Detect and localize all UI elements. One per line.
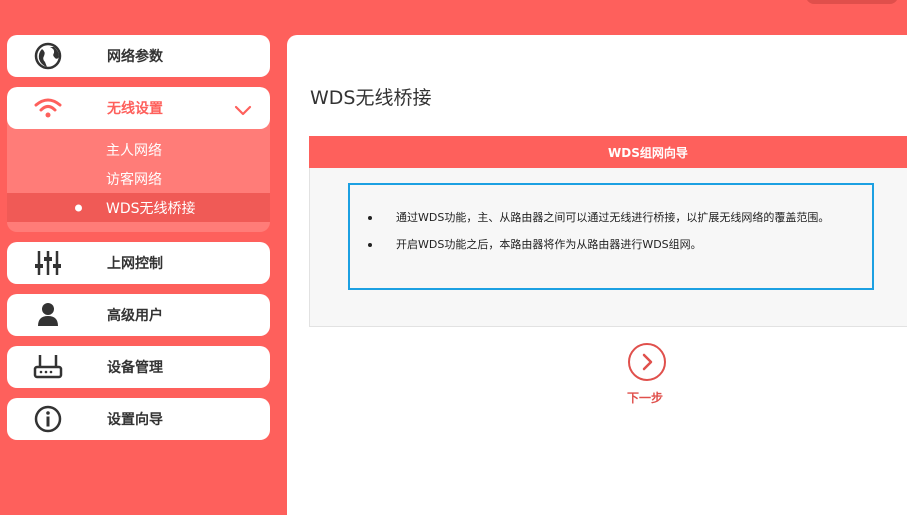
- page-title: WDS无线桥接: [310, 87, 432, 109]
- wds-wizard-panel: WDS组网向导 通过WDS功能，主、从路由器之间可以通过无线进行桥接，以扩展无线…: [309, 136, 907, 327]
- wds-info-box: 通过WDS功能，主、从路由器之间可以通过无线进行桥接，以扩展无线网络的覆盖范围。…: [348, 183, 874, 290]
- next-step-label[interactable]: 下一步: [627, 389, 663, 406]
- submenu-item-guest-network[interactable]: 访客网络: [7, 164, 270, 193]
- menu-advanced-user-label: 高级用户: [107, 308, 163, 324]
- wireless-settings-group: 无线设置 主人网络 访客网络 WDS无线桥接: [7, 87, 270, 232]
- wizard-header-title: WDS组网向导: [608, 145, 688, 160]
- router-icon: [33, 352, 63, 382]
- user-icon: [33, 300, 63, 330]
- menu-advanced-user[interactable]: 高级用户: [7, 294, 270, 336]
- menu-network-params[interactable]: 网络参数: [7, 35, 270, 77]
- menu-network-params-label: 网络参数: [107, 49, 163, 65]
- submenu-item-label: WDS无线桥接: [106, 200, 196, 217]
- menu-internet-control-label: 上网控制: [107, 256, 163, 272]
- globe-icon: [33, 41, 63, 71]
- submenu-item-label: 主人网络: [106, 142, 162, 159]
- submenu-item-host-network[interactable]: 主人网络: [7, 135, 270, 164]
- list-item: 通过WDS功能，主、从路由器之间可以通过无线进行桥接，以扩展无线网络的覆盖范围。: [350, 211, 872, 238]
- menu-wireless-settings[interactable]: 无线设置: [7, 87, 270, 129]
- info-icon: [33, 404, 63, 434]
- menu-device-management-label: 设备管理: [107, 360, 163, 376]
- sidebar: 网络参数 无线设置 主人网络 访客网络 WDS无线桥接 上网控制 高级用户 设备…: [7, 35, 270, 450]
- submenu-item-wds-bridge[interactable]: WDS无线桥接: [7, 193, 270, 222]
- arrow-right-icon: [642, 353, 653, 371]
- menu-internet-control[interactable]: 上网控制: [7, 242, 270, 284]
- info-list: 通过WDS功能，主、从路由器之间可以通过无线进行桥接，以扩展无线网络的覆盖范围。…: [350, 185, 872, 265]
- wifi-icon: [33, 93, 63, 123]
- menu-setup-wizard[interactable]: 设置向导: [7, 398, 270, 440]
- main-content: WDS无线桥接 WDS组网向导 通过WDS功能，主、从路由器之间可以通过无线进行…: [287, 35, 907, 515]
- wireless-submenu: 主人网络 访客网络 WDS无线桥接: [7, 129, 270, 232]
- submenu-item-label: 访客网络: [106, 171, 162, 188]
- top-right-tab[interactable]: [806, 0, 898, 4]
- active-bullet: [75, 204, 82, 211]
- menu-wireless-settings-label: 无线设置: [107, 101, 163, 117]
- chevron-down-icon[interactable]: [234, 102, 252, 116]
- list-item: 开启WDS功能之后，本路由器将作为从路由器进行WDS组网。: [350, 238, 872, 265]
- wizard-header: WDS组网向导: [309, 136, 907, 168]
- sliders-icon: [33, 248, 63, 278]
- menu-setup-wizard-label: 设置向导: [107, 412, 163, 428]
- next-step-button[interactable]: [628, 343, 666, 381]
- menu-device-management[interactable]: 设备管理: [7, 346, 270, 388]
